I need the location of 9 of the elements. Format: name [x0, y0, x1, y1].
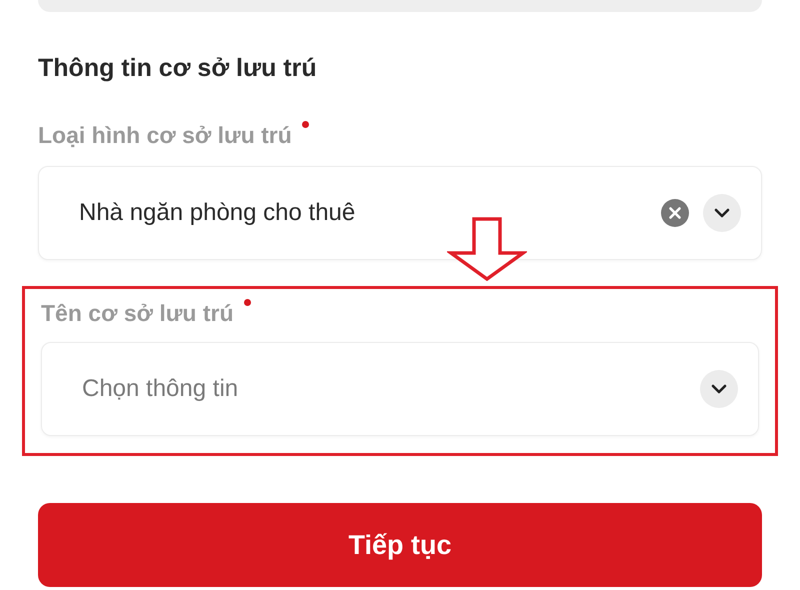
chevron-down-icon[interactable]: [700, 370, 738, 408]
dropdown-field[interactable]: Nhà ngăn phòng cho thuê: [38, 166, 762, 260]
dropdown-field[interactable]: Chọn thông tin: [41, 342, 759, 436]
field-label: Loại hình cơ sở lưu trú: [38, 121, 292, 150]
field-label: Tên cơ sở lưu trú: [41, 299, 234, 328]
chevron-down-icon[interactable]: [703, 194, 741, 232]
section-title: Thông tin cơ sở lưu trú: [38, 53, 318, 84]
clear-icon[interactable]: [661, 199, 689, 227]
continue-button[interactable]: Tiếp tục: [38, 503, 762, 587]
